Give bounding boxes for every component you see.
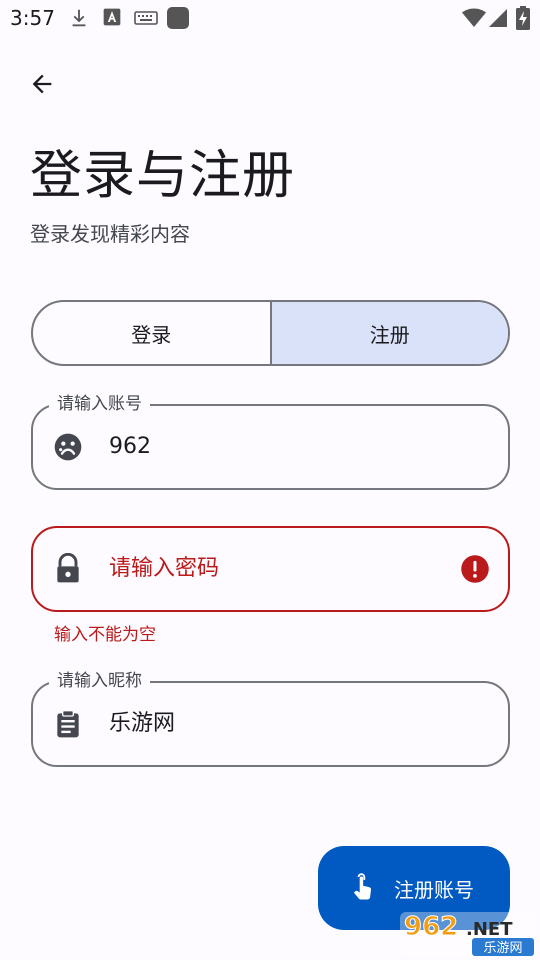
- status-bar: 3:57: [0, 0, 540, 36]
- touch-hand-icon: [353, 873, 372, 900]
- register-segment[interactable]: 注册: [271, 302, 508, 364]
- watermark-graphic: 962 .NET 乐游网: [400, 912, 536, 956]
- account-field[interactable]: 请输入账号 962: [31, 392, 510, 490]
- nickname-field-value: 乐游网: [109, 711, 176, 736]
- account-field-label: 请输入账号: [49, 392, 150, 416]
- password-field-placeholder: 请输入密码: [109, 556, 220, 581]
- watermark-brand-suffix: .NET: [466, 919, 513, 940]
- nickname-field-label: 请输入昵称: [49, 669, 150, 693]
- page-subtitle: 登录发现精彩内容: [30, 222, 190, 246]
- text-a-icon: [103, 8, 121, 26]
- login-register-toggle: 登录 注册: [31, 300, 510, 366]
- password-error-text: 输入不能为空: [54, 625, 156, 645]
- login-segment[interactable]: 登录: [33, 302, 272, 364]
- svg-text:962: 962: [404, 912, 458, 942]
- face-sad-icon: [54, 433, 82, 461]
- cellular-signal-icon: [489, 9, 507, 27]
- page-title: 登录与注册: [30, 146, 296, 206]
- lock-icon: [57, 553, 79, 583]
- status-time: 3:57: [10, 6, 55, 30]
- login-segment-label: 登录: [131, 322, 172, 347]
- password-field[interactable]: 请输入密码: [31, 526, 510, 612]
- clipboard-icon: [57, 710, 79, 738]
- watermark-logo: 962 .NET 乐游网: [400, 908, 538, 958]
- app-square-icon: [167, 7, 189, 29]
- back-button[interactable]: [22, 64, 62, 104]
- register-segment-label: 注册: [369, 322, 410, 347]
- nickname-field[interactable]: 请输入昵称 乐游网: [31, 669, 510, 767]
- error-circle-icon: [461, 555, 489, 583]
- arrow-back-icon: [32, 74, 52, 94]
- account-field-value: 962: [109, 434, 151, 459]
- download-icon: [72, 9, 86, 27]
- keyboard-icon: [134, 11, 158, 25]
- register-account-label: 注册账号: [394, 877, 474, 902]
- wifi-icon: [462, 8, 486, 27]
- watermark-caption: 乐游网: [483, 941, 522, 956]
- battery-charging-icon: [516, 6, 530, 30]
